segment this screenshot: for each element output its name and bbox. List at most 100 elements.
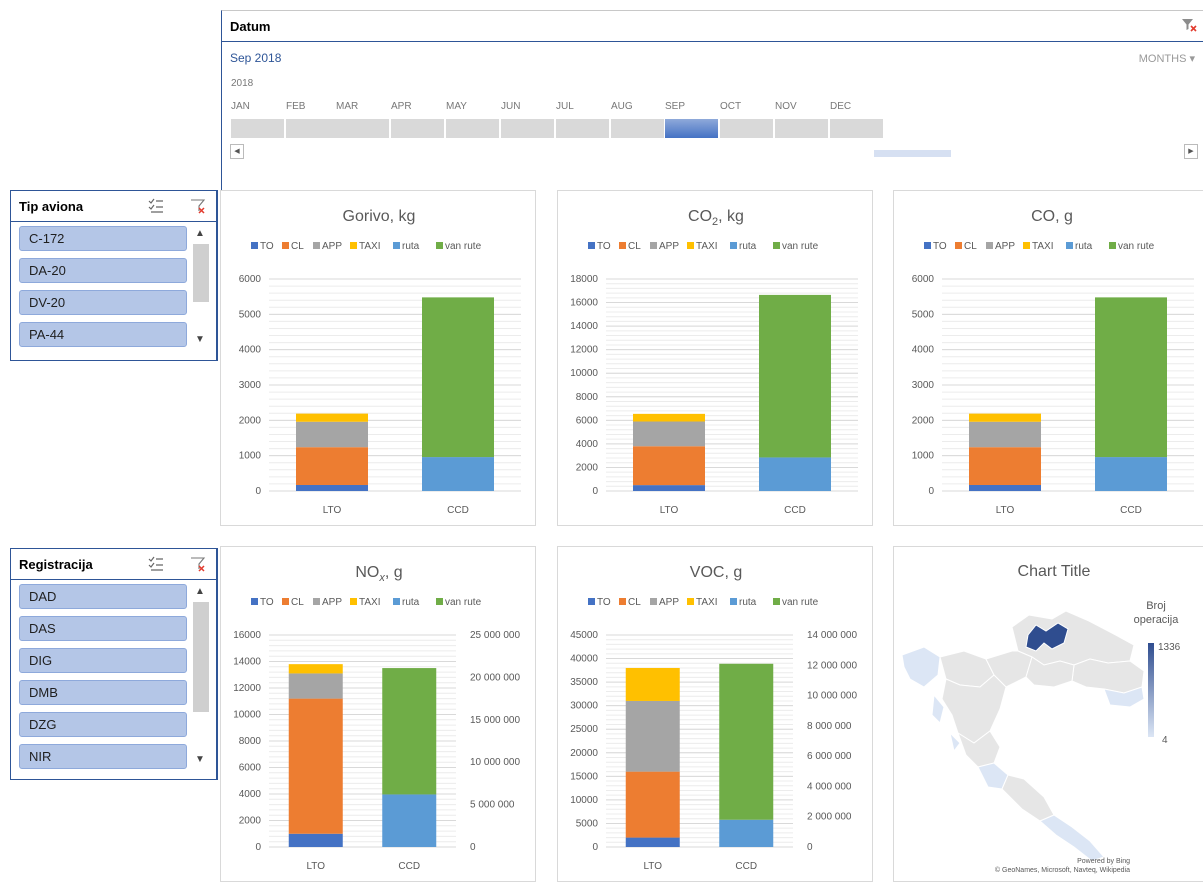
legend-swatch bbox=[1066, 242, 1073, 249]
bar-segment-ruta[interactable] bbox=[422, 457, 494, 491]
bar-segment-to[interactable] bbox=[625, 837, 680, 847]
slicer-item[interactable]: C-172 bbox=[19, 226, 187, 251]
bar-segment-cl[interactable] bbox=[969, 447, 1041, 485]
y-tick-label: 10000 bbox=[233, 710, 261, 721]
slicer-item[interactable]: PA-44 bbox=[19, 322, 187, 347]
x-category-label: CCD bbox=[784, 505, 806, 516]
legend-swatch bbox=[773, 242, 780, 249]
bar-segment-to[interactable] bbox=[969, 484, 1041, 491]
bar-segment-taxi[interactable] bbox=[969, 413, 1041, 422]
bar-segment-app[interactable] bbox=[296, 421, 368, 448]
scroll-right-button[interactable]: ▶ bbox=[1184, 144, 1198, 159]
month-label: DEC bbox=[830, 101, 852, 112]
timeline-scrollbar-thumb[interactable] bbox=[874, 150, 951, 157]
month-tile[interactable] bbox=[446, 119, 499, 138]
chart-gorivo[interactable]: Gorivo, kg TO CL APP TAXI ruta van rute 0 1000 20… bbox=[220, 190, 536, 526]
y-tick-label: 0 bbox=[255, 486, 261, 497]
bar-segment-app[interactable] bbox=[969, 421, 1041, 448]
bar-segment-cl[interactable] bbox=[296, 447, 368, 485]
map-chart[interactable]: Chart Title Broj operacija 1336 4 Powere… bbox=[893, 546, 1203, 882]
month-tile[interactable] bbox=[231, 119, 284, 138]
slicer-item[interactable]: NIR bbox=[19, 744, 187, 769]
bar-segment-taxi[interactable] bbox=[296, 413, 368, 422]
month-tile[interactable] bbox=[336, 119, 389, 138]
clear-filter-icon[interactable] bbox=[190, 198, 206, 214]
month-tile[interactable] bbox=[830, 119, 883, 138]
clear-filter-icon[interactable] bbox=[190, 556, 206, 572]
y-tick-label: 10000 bbox=[570, 795, 598, 806]
y2-tick-label: 14 000 000 bbox=[807, 630, 857, 641]
slicer-scrollbar[interactable]: ▲ ▼ bbox=[193, 584, 210, 769]
month-tile[interactable] bbox=[665, 119, 718, 138]
scroll-down-icon[interactable]: ▼ bbox=[195, 754, 205, 765]
y-tick-label: 20000 bbox=[570, 748, 598, 759]
month-tile[interactable] bbox=[286, 119, 339, 138]
bar-segment-van-rute[interactable] bbox=[1095, 297, 1167, 458]
y-tick-label: 30000 bbox=[570, 701, 598, 712]
scroll-up-icon[interactable]: ▲ bbox=[195, 228, 205, 239]
slicer-item[interactable]: DMB bbox=[19, 680, 187, 705]
month-tile[interactable] bbox=[775, 119, 828, 138]
bar-segment-ruta[interactable] bbox=[1095, 457, 1167, 491]
bar-segment-taxi[interactable] bbox=[288, 664, 343, 674]
chart-nox[interactable]: NOx, g TO CL APP TAXI ruta van rute 0 2000 4000 60… bbox=[220, 546, 536, 882]
chart-voc[interactable]: VOC, g TO CL APP TAXI ruta van rute 0 5000 10000 1… bbox=[557, 546, 873, 882]
bar-segment-cl[interactable] bbox=[288, 698, 343, 834]
bar-segment-ruta[interactable] bbox=[382, 794, 437, 847]
chart-co2[interactable]: CO2, kg TO CL APP TAXI ruta van rute 0 2000 4000 6… bbox=[557, 190, 873, 526]
timeline-year: 2018 bbox=[231, 78, 254, 89]
time-level-dropdown[interactable]: MONTHS ▾ bbox=[1139, 52, 1195, 65]
bar-segment-to[interactable] bbox=[296, 484, 368, 491]
y-tick-label: 12000 bbox=[233, 683, 261, 694]
legend-swatch bbox=[282, 242, 289, 249]
y-tick-label: 6000 bbox=[239, 274, 262, 285]
multi-select-icon[interactable] bbox=[148, 198, 164, 214]
scroll-up-icon[interactable]: ▲ bbox=[195, 586, 205, 597]
legend-swatch bbox=[687, 242, 694, 249]
bar-segment-cl[interactable] bbox=[625, 771, 680, 838]
clear-filter-icon[interactable] bbox=[1181, 17, 1197, 33]
month-tile[interactable] bbox=[501, 119, 554, 138]
bar-segment-taxi[interactable] bbox=[625, 667, 680, 701]
bar-segment-app[interactable] bbox=[288, 673, 343, 699]
y-tick-label: 35000 bbox=[570, 677, 598, 688]
y-tick-label: 2000 bbox=[239, 415, 262, 426]
legend-label: CL bbox=[291, 241, 304, 252]
scroll-down-icon[interactable]: ▼ bbox=[195, 334, 205, 345]
month-label: AUG bbox=[611, 101, 633, 112]
scrollbar-thumb[interactable] bbox=[193, 602, 209, 712]
bar-segment-van-rute[interactable] bbox=[759, 294, 831, 458]
slicer-item[interactable]: DZG bbox=[19, 712, 187, 737]
chart-co[interactable]: CO, g TO CL APP TAXI ruta van rute 0 1000 2000 300… bbox=[893, 190, 1203, 526]
bar-segment-taxi[interactable] bbox=[633, 413, 705, 422]
bar-segment-app[interactable] bbox=[633, 421, 705, 447]
bar-segment-to[interactable] bbox=[288, 833, 343, 847]
map-legend-subtitle: operacija bbox=[1134, 614, 1180, 626]
bar-segment-van-rute[interactable] bbox=[422, 297, 494, 458]
slicer-item[interactable]: DV-20 bbox=[19, 290, 187, 315]
month-tile[interactable] bbox=[391, 119, 444, 138]
bar-segment-app[interactable] bbox=[625, 700, 680, 772]
slicer-scrollbar[interactable]: ▲ ▼ bbox=[193, 226, 210, 348]
bar-segment-van-rute[interactable] bbox=[719, 663, 774, 820]
slicer-item[interactable]: DAS bbox=[19, 616, 187, 641]
month-tile[interactable] bbox=[611, 119, 664, 138]
slicer-item[interactable]: DA-20 bbox=[19, 258, 187, 283]
slicer-item[interactable]: DAD bbox=[19, 584, 187, 609]
bing-credit: Powered by Bing bbox=[1077, 858, 1130, 865]
month-tile[interactable] bbox=[720, 119, 773, 138]
y-tick-label: 3000 bbox=[912, 380, 935, 391]
scroll-left-button[interactable]: ◀ bbox=[230, 144, 244, 159]
bar-segment-ruta[interactable] bbox=[759, 457, 831, 491]
scrollbar-thumb[interactable] bbox=[193, 244, 209, 302]
bar-segment-cl[interactable] bbox=[633, 446, 705, 486]
legend-swatch bbox=[773, 598, 780, 605]
legend-swatch bbox=[313, 598, 320, 605]
month-label: MAR bbox=[336, 101, 359, 112]
bar-segment-to[interactable] bbox=[633, 485, 705, 491]
bar-segment-ruta[interactable] bbox=[719, 819, 774, 847]
month-tile[interactable] bbox=[556, 119, 609, 138]
multi-select-icon[interactable] bbox=[148, 556, 164, 572]
bar-segment-van-rute[interactable] bbox=[382, 668, 437, 795]
slicer-item[interactable]: DIG bbox=[19, 648, 187, 673]
